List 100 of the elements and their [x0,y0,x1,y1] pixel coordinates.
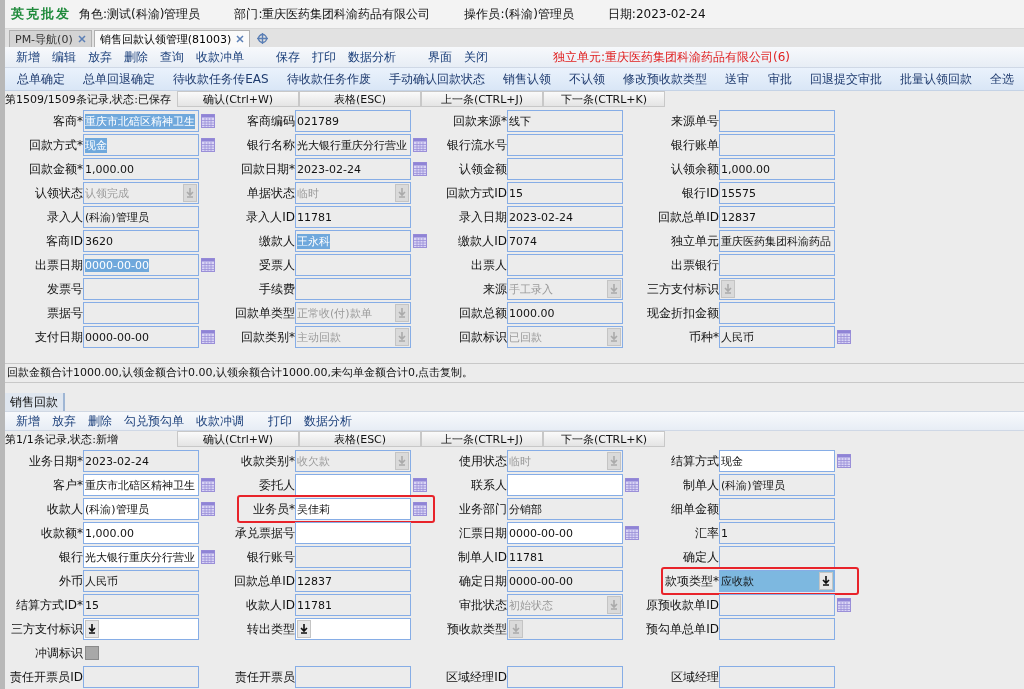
text-field[interactable] [295,666,411,688]
calendar-icon[interactable] [201,330,215,344]
toolbar-button[interactable]: 放弃 [47,412,81,430]
action-button[interactable]: 手动确认回款状态 [386,70,487,88]
text-field[interactable] [507,158,623,180]
text-field[interactable] [719,666,835,688]
text-field[interactable]: 1,000.00 [719,158,835,180]
toolbar-button[interactable]: 查询 [155,48,189,66]
text-field[interactable]: 11781 [295,594,411,616]
toolbar-button[interactable]: 收款冲调 [191,412,249,430]
dropdown-field[interactable] [507,618,623,640]
nav-button[interactable]: 表格(ESC) [299,91,421,107]
text-field[interactable] [507,666,623,688]
toolbar-button[interactable]: 界面 [423,48,457,66]
dropdown-field[interactable]: 应收款 [719,570,835,592]
text-field[interactable]: 11781 [507,546,623,568]
tab[interactable]: 销售回款认领管理(81003) [93,30,251,47]
text-field[interactable]: 0000-00-00 [83,326,199,348]
action-button[interactable]: 送审 [723,70,752,88]
nav-button[interactable]: 上一条(CTRL+J) [421,91,543,107]
text-field[interactable]: 12837 [295,570,411,592]
tab[interactable]: PM-导航(0) [9,30,92,47]
text-field[interactable]: 11781 [295,206,411,228]
toolbar-button[interactable]: 删除 [83,412,117,430]
toolbar-button[interactable]: 打印 [307,48,341,66]
text-field[interactable]: 1,000.00 [83,158,199,180]
toolbar-button[interactable]: 数据分析 [299,412,357,430]
action-button[interactable]: 回退提交审批 [807,70,884,88]
toolbar-button[interactable]: 新增 [11,48,45,66]
text-field[interactable]: 线下 [507,110,623,132]
text-field[interactable] [719,546,835,568]
text-field[interactable] [507,134,623,156]
text-field[interactable]: 2023-02-24 [83,450,199,472]
text-field[interactable] [295,474,411,496]
action-button[interactable]: 全选 [987,70,1016,88]
text-field[interactable] [719,618,835,640]
toolbar-button[interactable]: 勾兑预勾单 [119,412,189,430]
text-field[interactable] [719,498,835,520]
text-field[interactable]: 光大银行重庆分行营业 [83,546,199,568]
calendar-icon[interactable] [201,258,215,272]
checkbox[interactable] [85,646,99,660]
calendar-icon[interactable] [201,138,215,152]
text-field[interactable] [719,110,835,132]
toolbar-button[interactable]: 放弃 [83,48,117,66]
text-field[interactable]: 吴佳莉 [295,498,411,520]
text-field[interactable] [719,594,835,616]
text-field[interactable]: 021789 [295,110,411,132]
nav-button[interactable]: 下一条(CTRL+K) [543,431,665,447]
text-field[interactable]: 15575 [719,182,835,204]
text-field[interactable]: 1 [719,522,835,544]
calendar-icon[interactable] [413,234,427,248]
action-button[interactable]: 修改预收款类型 [621,70,710,88]
tab[interactable]: 销售回款 [5,393,65,411]
calendar-icon[interactable] [413,138,427,152]
toolbar-button[interactable]: 收款冲单 [191,48,249,66]
action-button[interactable]: 总单确定 [15,70,67,88]
text-field[interactable] [719,302,835,324]
calendar-icon[interactable] [625,478,639,492]
text-field[interactable] [719,134,835,156]
toolbar-button[interactable]: 关闭 [459,48,493,66]
calendar-icon[interactable] [201,550,215,564]
text-field[interactable] [83,278,199,300]
toolbar-button[interactable]: 打印 [263,412,297,430]
calendar-icon[interactable] [837,598,851,612]
calendar-icon[interactable] [201,114,215,128]
calendar-icon[interactable] [837,454,851,468]
action-button[interactable]: 销售认领 [501,70,554,88]
nav-button[interactable]: 上一条(CTRL+J) [421,431,543,447]
action-button[interactable]: 审批 [765,70,794,88]
text-field[interactable]: 1,000.00 [83,522,199,544]
nav-button[interactable]: 表格(ESC) [299,431,421,447]
calendar-icon[interactable] [201,502,215,516]
calendar-icon[interactable] [413,162,427,176]
action-button[interactable]: 待收款任务传EAS [171,70,271,88]
action-button[interactable]: 待收款任务作废 [284,70,373,88]
text-field[interactable]: 重庆市北碚区精神卫生 [83,474,199,496]
text-field[interactable]: (科渝)管理员 [719,474,835,496]
text-field[interactable]: 0000-00-00 [507,522,623,544]
dropdown-field[interactable] [295,618,411,640]
nav-button[interactable]: 确认(Ctrl+W) [177,431,299,447]
toolbar-button[interactable]: 数据分析 [343,48,401,66]
nav-button[interactable]: 确认(Ctrl+W) [177,91,299,107]
action-button[interactable]: 不认领 [567,70,608,88]
text-field[interactable] [295,522,411,544]
text-field[interactable]: 15 [507,182,623,204]
text-field[interactable] [295,546,411,568]
action-button[interactable]: 总单回退确定 [81,70,158,88]
add-tab-icon[interactable] [257,33,269,44]
text-field[interactable] [507,474,623,496]
text-field[interactable] [83,302,199,324]
calendar-icon[interactable] [413,478,427,492]
toolbar-button[interactable]: 新增 [11,412,45,430]
text-field[interactable] [719,254,835,276]
text-field[interactable]: 2023-02-24 [295,158,411,180]
dropdown-field[interactable] [83,618,199,640]
text-field[interactable]: (科渝)管理员 [83,206,199,228]
text-field[interactable]: 重庆医药集团科渝药品 [719,230,835,252]
calendar-icon[interactable] [413,502,427,516]
summary-text[interactable]: 回款金额合计1000.00,认领金额合计0.00,认领余额合计1000.00,未勾单金额合计0,点击复制。 [5,363,1024,383]
text-field[interactable] [83,666,199,688]
